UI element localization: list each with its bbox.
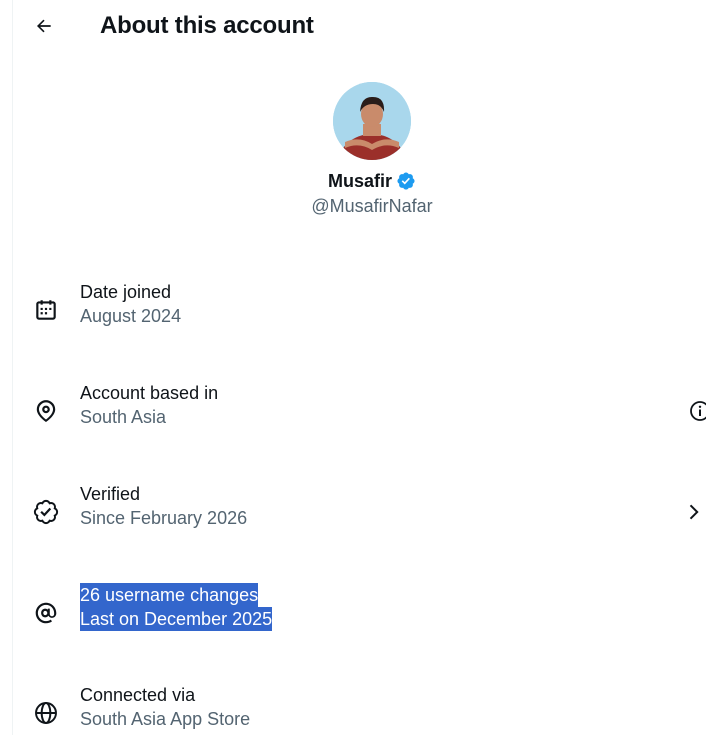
back-button[interactable] (26, 8, 62, 44)
row-subtitle: Since February 2026 (80, 508, 248, 528)
globe-icon (35, 702, 57, 724)
row-text: Verified Since February 2026 (80, 482, 247, 530)
row-text: Account based in South Asia (80, 381, 218, 429)
about-account-page: About this account Musafir @MusafirNafar (0, 0, 706, 735)
row-subtitle: South Asia (80, 407, 167, 427)
location-pin-icon (36, 400, 56, 422)
row-title: Date joined (80, 282, 172, 302)
avatar-image (333, 82, 411, 160)
row-title: Connected via (80, 685, 196, 705)
chevron-right-icon[interactable] (682, 500, 706, 524)
arrow-left-icon (37, 19, 51, 33)
row-text: Connected via South Asia App Store (80, 683, 250, 731)
row-title: 26 username changes (80, 583, 259, 607)
avatar[interactable] (333, 82, 411, 160)
calendar-icon (36, 300, 56, 320)
verified-seal-icon (33, 499, 59, 525)
row-verified[interactable]: Verified Since February 2026 (0, 482, 706, 542)
name-row: Musafir (0, 169, 706, 193)
row-connected-via: Connected via South Asia App Store (0, 683, 706, 735)
row-text: 26 username changes Last on December 202… (80, 583, 273, 631)
info-icon[interactable] (688, 399, 706, 423)
row-account-based-in: Account based in South Asia (0, 381, 706, 441)
display-name: Musafir (327, 171, 392, 191)
row-subtitle: South Asia App Store (80, 709, 251, 729)
row-subtitle: Last on December 2025 (80, 607, 273, 631)
row-title: Account based in (80, 383, 219, 403)
row-username-changes: 26 username changes Last on December 202… (0, 583, 706, 643)
profile-summary: Musafir @MusafirNafar (0, 82, 706, 218)
handle: @MusafirNafar (311, 196, 433, 216)
page-title: About this account (100, 12, 314, 39)
row-date-joined: Date joined August 2024 (0, 280, 706, 340)
header: About this account (0, 0, 706, 52)
row-title: Verified (80, 484, 141, 504)
at-sign-icon (35, 602, 57, 624)
row-text: Date joined August 2024 (80, 280, 181, 328)
verified-badge-icon (397, 172, 415, 190)
row-subtitle: August 2024 (80, 306, 182, 326)
